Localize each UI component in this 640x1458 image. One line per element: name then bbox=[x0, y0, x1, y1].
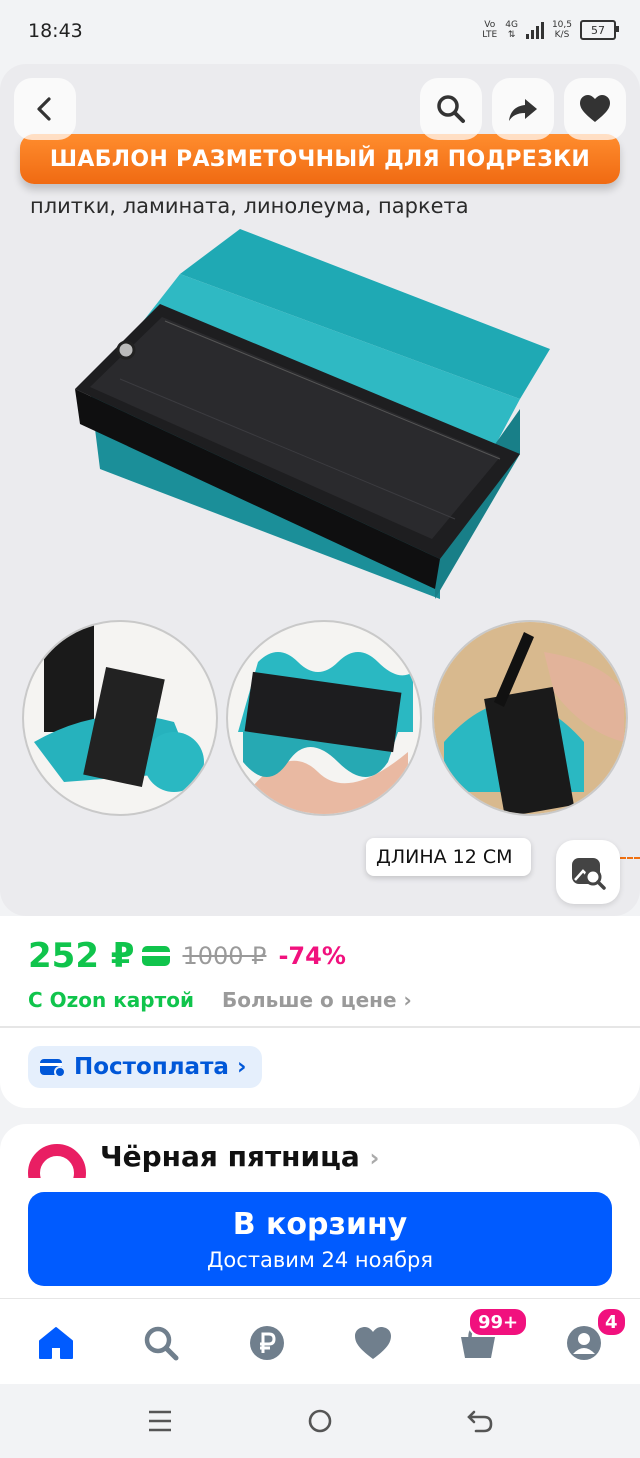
tab-home[interactable] bbox=[34, 1321, 78, 1365]
price-section: 252 ₽ 1000 ₽ -74% С Ozon картой Больше о… bbox=[0, 916, 640, 1026]
recent-apps-button[interactable] bbox=[140, 1406, 180, 1436]
usage-image-1[interactable] bbox=[22, 620, 218, 816]
add-to-cart-button[interactable]: В корзину Доставим 24 ноября bbox=[28, 1192, 612, 1286]
product-image bbox=[75, 229, 550, 599]
length-label: ДЛИНА 12 СМ bbox=[366, 838, 531, 876]
menu-icon bbox=[149, 1410, 171, 1432]
postpay-label: Постоплата bbox=[74, 1054, 229, 1080]
delivery-date: Доставим 24 ноября bbox=[207, 1247, 433, 1272]
home-icon bbox=[39, 1327, 73, 1359]
usage-image-3[interactable] bbox=[432, 620, 628, 816]
battery-icon: 57 bbox=[580, 20, 619, 40]
promo-title[interactable]: Чёрная пятница › bbox=[100, 1140, 379, 1173]
tab-finance[interactable] bbox=[245, 1321, 289, 1365]
ozon-card-label: С Ozon картой bbox=[28, 988, 194, 1012]
back-button[interactable] bbox=[14, 78, 76, 140]
add-to-cart-label: В корзину bbox=[232, 1206, 408, 1242]
search-icon bbox=[437, 95, 465, 123]
network-indicator: 4G ⇅ bbox=[505, 20, 518, 40]
signal-icon bbox=[525, 21, 544, 39]
circle-icon bbox=[308, 1409, 332, 1433]
ruble-icon bbox=[250, 1326, 284, 1360]
cart-badge: 99+ bbox=[468, 1307, 529, 1337]
back-arrow-icon bbox=[467, 1410, 493, 1433]
usage-image-2[interactable] bbox=[226, 620, 422, 816]
bottom-tab-bar: 99+ 4 bbox=[0, 1298, 640, 1385]
more-about-price-link[interactable]: Больше о цене › bbox=[222, 988, 412, 1012]
status-indicators: Vo LTE 4G ⇅ 10,5 K/S 57 bbox=[482, 20, 619, 40]
image-search-icon bbox=[572, 858, 606, 890]
share-button[interactable] bbox=[492, 78, 554, 140]
discount-badge: -74% bbox=[278, 942, 346, 970]
chevron-right-icon: › bbox=[369, 1144, 380, 1172]
share-icon bbox=[509, 99, 537, 121]
home-button[interactable] bbox=[300, 1406, 340, 1436]
status-bar: 18:43 Vo LTE 4G ⇅ 10,5 K/S 57 bbox=[0, 0, 640, 64]
system-navigation-bar bbox=[0, 1384, 640, 1458]
heart-icon bbox=[355, 1327, 391, 1359]
postpay-button[interactable]: Постоплата › bbox=[28, 1046, 263, 1088]
heart-icon bbox=[580, 95, 610, 122]
price-row: 252 ₽ 1000 ₽ -74% bbox=[28, 936, 346, 976]
ozon-card-icon bbox=[142, 946, 171, 966]
profile-badge: 4 bbox=[596, 1307, 627, 1337]
chevron-right-icon: › bbox=[403, 988, 412, 1012]
product-gallery[interactable]: ШАБЛОН РАЗМЕТОЧНЫЙ ДЛЯ ПОДРЕЗКИ плитки, … bbox=[0, 64, 640, 916]
favorite-button[interactable] bbox=[564, 78, 626, 140]
dimension-line bbox=[620, 857, 640, 859]
tab-favorites[interactable] bbox=[351, 1321, 395, 1365]
payment-card-icon bbox=[40, 1059, 66, 1077]
status-time: 18:43 bbox=[28, 20, 83, 42]
product-subtitle: плитки, ламината, линолеума, паркета bbox=[30, 194, 469, 218]
chevron-right-icon: › bbox=[236, 1054, 247, 1080]
current-price: 252 ₽ bbox=[28, 936, 135, 976]
tab-search[interactable] bbox=[139, 1321, 183, 1365]
speed-indicator: 10,5 K/S bbox=[551, 20, 572, 40]
search-button[interactable] bbox=[420, 78, 482, 140]
back-nav-button[interactable] bbox=[460, 1406, 500, 1436]
postpay-section: Постоплата › bbox=[0, 1028, 640, 1108]
back-icon bbox=[37, 97, 51, 121]
product-banner: ШАБЛОН РАЗМЕТОЧНЫЙ ДЛЯ ПОДРЕЗКИ bbox=[20, 134, 620, 184]
search-icon bbox=[144, 1326, 179, 1361]
old-price: 1000 ₽ bbox=[182, 942, 267, 970]
volte-indicator: Vo LTE bbox=[482, 20, 498, 40]
image-search-button[interactable] bbox=[556, 840, 620, 904]
